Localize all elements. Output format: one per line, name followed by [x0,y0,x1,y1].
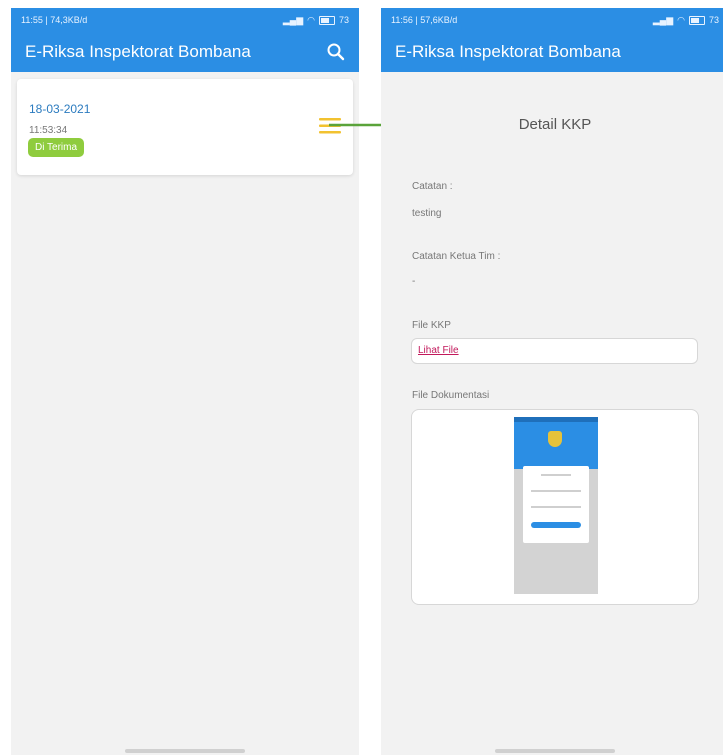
signal-icon: ▂▄▆ [652,14,674,25]
status-bar: 11:55 | 74,3KB/d ▂▄▆ ◠ 73 [11,8,359,32]
app-title: E-Riksa Inspektorat Bombana [25,42,251,61]
battery-level: 73 [708,15,719,25]
battery-level: 73 [338,15,349,25]
catatan-label: Catatan : [412,181,453,192]
signal-icon: ▂▄▆ [282,14,304,25]
list-screen: 11:55 | 74,3KB/d ▂▄▆ ◠ 73 E-Riksa Inspek… [11,8,359,755]
catatan-ketua-value: - [412,276,416,287]
status-bar: 11:56 | 57,6KB/d ▂▄▆ ◠ 73 [381,8,723,32]
thumbnail-line [531,490,581,492]
thumbnail-statusbar [514,417,598,422]
battery-icon [688,15,705,25]
logo-icon [548,431,562,447]
thumbnail-line [541,474,571,476]
detail-screen: 11:56 | 57,6KB/d ▂▄▆ ◠ 73 E-Riksa Inspek… [381,8,723,755]
lihat-file-link[interactable]: Lihat File [418,345,459,356]
file-kkp-label: File KKP [412,320,451,331]
wifi-icon: ◠ [677,14,685,25]
item-time: 11:53:34 [29,125,68,136]
file-dokumentasi-box [411,409,699,605]
status-icons: ▂▄▆ ◠ 73 [283,15,349,26]
status-icons: ▂▄▆ ◠ 73 [653,15,719,26]
thumbnail-line [531,506,581,508]
gesture-bar [125,749,245,753]
wifi-icon: ◠ [307,14,315,25]
thumbnail-login-card [523,466,589,543]
documentation-thumbnail[interactable] [514,417,598,594]
status-time: 11:56 | 57,6KB/d [391,15,458,25]
thumbnail-button [531,522,581,528]
status-badge: Di Terima [28,138,85,157]
status-time: 11:55 | 74,3KB/d [21,15,88,25]
app-title: E-Riksa Inspektorat Bombana [395,42,621,61]
catatan-ketua-label: Catatan Ketua Tim : [412,251,501,262]
catatan-value: testing [412,208,442,219]
file-kkp-field: Lihat File [411,338,698,364]
file-dokumentasi-label: File Dokumentasi [412,390,490,401]
search-icon[interactable] [325,41,347,63]
item-date: 18-03-2021 [29,102,91,116]
app-bar: E-Riksa Inspektorat Bombana [381,32,723,72]
page-title: Detail KKP [518,116,592,133]
kkp-list-item[interactable]: 18-03-2021 11:53:34 Di Terima [17,79,353,175]
app-bar: E-Riksa Inspektorat Bombana [11,32,359,72]
gesture-bar [495,749,615,753]
battery-icon [318,15,335,25]
